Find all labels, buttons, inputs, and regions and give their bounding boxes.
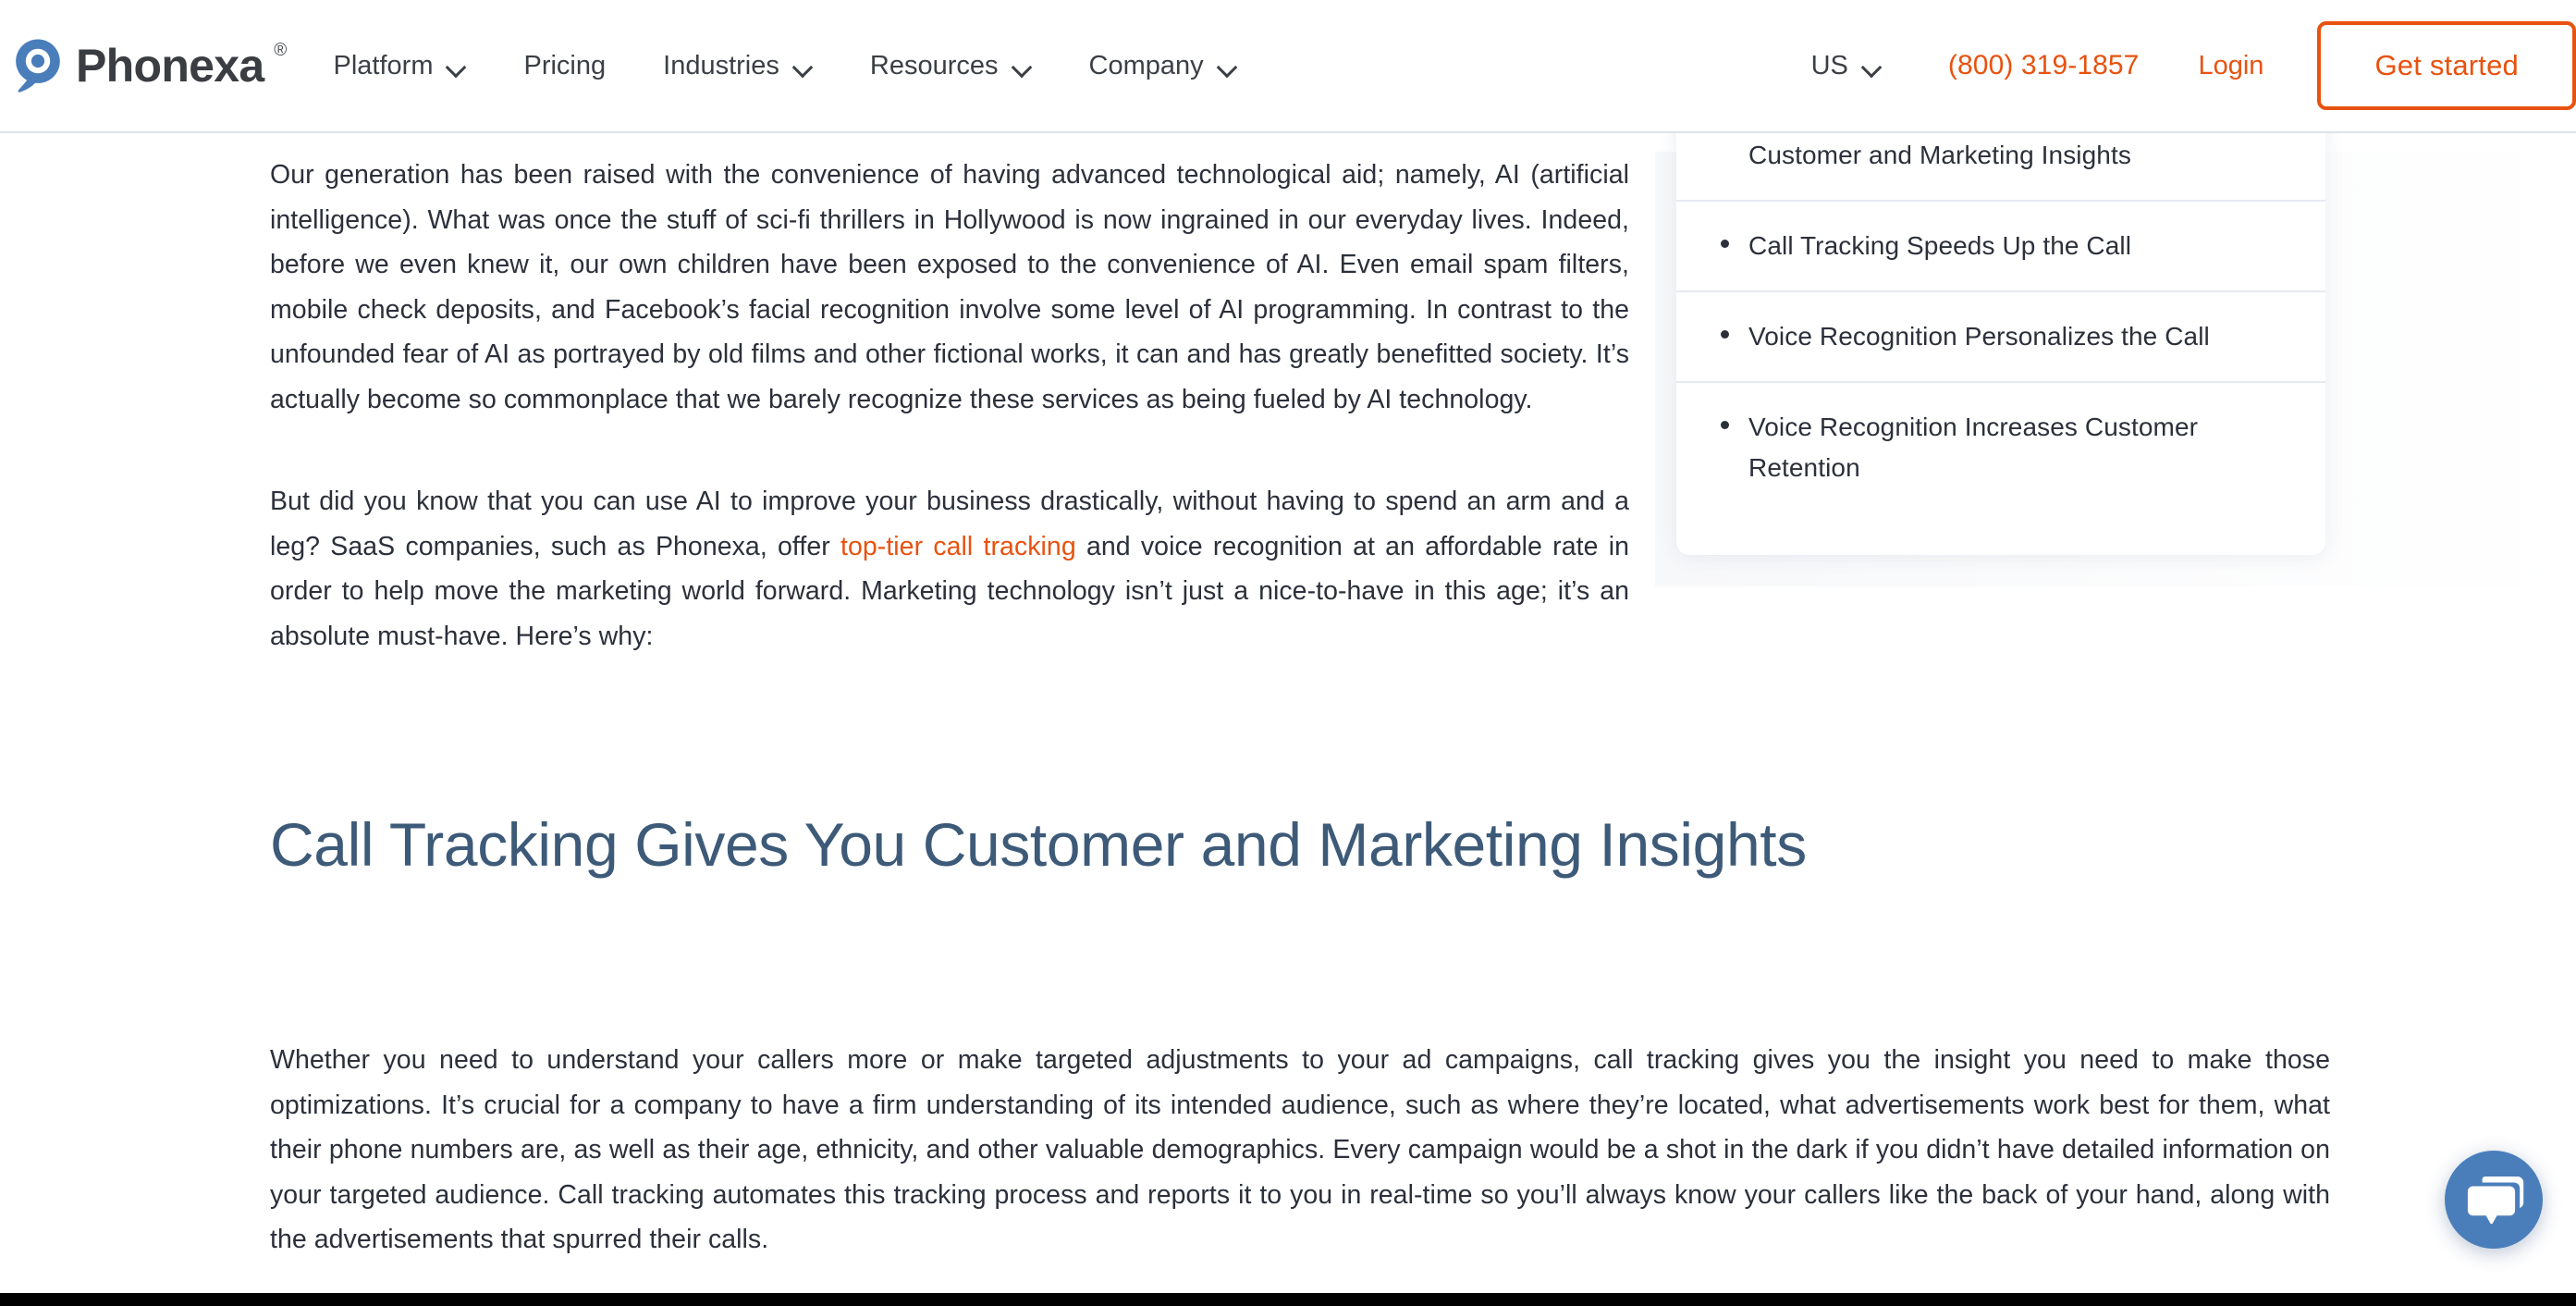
chevron-down-icon [1013,60,1032,71]
article-paragraph-3: Whether you need to understand your call… [270,1045,2330,1254]
nav-item-label: Pricing [523,50,607,80]
nav-item-resources[interactable]: Resources [841,51,1061,81]
chevron-down-icon [448,60,466,71]
top-tier-call-tracking-link[interactable]: top-tier call tracking [840,532,1076,561]
phone-number-link[interactable]: (800) 319-1857 [1948,50,2140,81]
toc-item[interactable]: Voice Recognition Increases Customer Ret… [1676,381,2325,512]
brand-name-text: Phonexa ® [76,40,287,92]
article-content-area: Our generation has been raised with the … [0,0,2576,1293]
toc-item-label[interactable]: Customer and Marketing Insights [1748,135,2131,176]
article-paragraph-2: But did you know that you can use AI to … [270,479,1629,659]
toc-item[interactable]: Voice Recognition Personalizes the Call [1676,290,2325,381]
registered-trademark-icon: ® [274,41,287,60]
header-utilities: US (800) 319-1857 Login Get started [1802,21,2576,110]
nav-item-label: Resources [869,50,999,80]
site-header: Phonexa ® Platform Pricing Industries Res… [0,0,2576,133]
phonexa-pin-logo-icon [13,38,63,93]
chevron-down-icon [794,60,813,71]
toc-item[interactable]: Call Tracking Speeds Up the Call [1676,200,2325,290]
chat-widget-button[interactable] [2445,1151,2543,1249]
chevron-down-icon [1219,60,1237,71]
get-started-button[interactable]: Get started [2317,21,2576,110]
nav-item-industries[interactable]: Industries [634,51,841,81]
chat-bubbles-icon [2445,1151,2543,1249]
browser-page: Our generation has been raised with the … [0,0,2576,1306]
toc-item-label[interactable]: Call Tracking Speeds Up the Call [1748,226,2131,266]
nav-item-label: Industries [663,50,779,80]
toc-item-label[interactable]: Voice Recognition Personalizes the Call [1748,316,2210,357]
nav-item-label: Platform [333,50,434,80]
nav-item-label: Company [1088,50,1204,80]
locale-selector[interactable]: US [1802,51,1891,81]
nav-item-pricing[interactable]: Pricing [495,51,634,81]
table-of-contents-list: Customer and Marketing Insights Call Tra… [1676,111,2325,512]
section-heading: Call Tracking Gives You Customer and Mar… [270,810,1807,879]
article-main-column: Our generation has been raised with the … [270,153,1629,659]
nav-item-company[interactable]: Company [1061,51,1266,81]
page-bottom-bar [0,1293,2576,1306]
bullet-icon [1721,240,1729,248]
locale-label: US [1810,50,1848,80]
toc-item-label[interactable]: Voice Recognition Increases Customer Ret… [1748,407,2288,488]
article-paragraph-1: Our generation has been raised with the … [270,160,1629,414]
login-link[interactable]: Login [2198,51,2263,81]
table-of-contents-card: Customer and Marketing Insights Call Tra… [1676,111,2325,555]
chevron-down-icon [1863,60,1882,71]
brand-logo-link[interactable]: Phonexa ® [13,38,287,93]
bullet-icon [1721,330,1729,339]
bullet-icon [1721,421,1729,429]
nav-item-platform[interactable]: Platform [305,51,496,81]
primary-navigation: Platform Pricing Industries Resources Co… [305,51,1266,81]
